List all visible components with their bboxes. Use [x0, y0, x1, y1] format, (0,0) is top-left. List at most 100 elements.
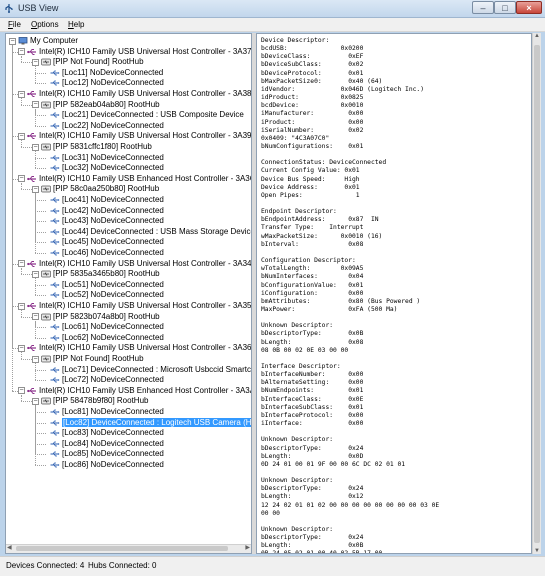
tree-node-port[interactable]: [Loc45] NoDeviceConnected: [46, 237, 164, 247]
usb-port-icon: [50, 429, 60, 437]
tree-node-port[interactable]: [Loc86] NoDeviceConnected: [46, 460, 164, 470]
tree-node-label: [Loc83] NoDeviceConnected: [62, 428, 164, 438]
collapse-icon[interactable]: −: [32, 270, 39, 278]
tree-node-controller[interactable]: − Intel(R) ICH10 Family USB Universal Hos…: [18, 47, 251, 57]
tree-node-port[interactable]: [Loc43] NoDeviceConnected: [46, 216, 164, 226]
tree-node-port[interactable]: [Loc85] NoDeviceConnected: [46, 449, 164, 459]
tree-node-port[interactable]: [Loc42] NoDeviceConnected: [46, 206, 164, 216]
collapse-icon[interactable]: −: [18, 132, 25, 140]
collapse-icon[interactable]: −: [32, 355, 39, 363]
tree-connector-line: [35, 284, 46, 286]
collapse-icon[interactable]: −: [18, 302, 25, 310]
collapse-icon[interactable]: −: [32, 143, 39, 151]
collapse-icon[interactable]: −: [18, 175, 25, 183]
tree-node-port[interactable]: [Loc22] NoDeviceConnected: [46, 121, 164, 131]
collapse-icon[interactable]: −: [18, 260, 25, 268]
tree-node-port[interactable]: [Loc81] NoDeviceConnected: [46, 407, 164, 417]
scroll-down-arrow-icon[interactable]: ▼: [534, 548, 540, 554]
tree-connector-line: [35, 72, 46, 74]
tree-node-port[interactable]: [Loc32] NoDeviceConnected: [46, 163, 164, 173]
tree-node-hub[interactable]: − [PIP Not Found] RootHub: [32, 354, 144, 364]
tree-node-port[interactable]: [Loc71] DeviceConnected : Microsoft Usbc…: [46, 365, 251, 375]
tree-node-label: [PIP Not Found] RootHub: [53, 57, 144, 67]
collapse-icon[interactable]: −: [32, 397, 39, 405]
descriptor-line: MaxPower: 0xFA (500 Ma): [261, 305, 398, 313]
close-button[interactable]: ×: [516, 1, 542, 14]
tree-node-controller[interactable]: − Intel(R) ICH10 Family USB Enhanced Host…: [18, 174, 251, 184]
collapse-icon[interactable]: −: [32, 101, 39, 109]
tree-node-port[interactable]: [Loc21] DeviceConnected : USB Composite …: [46, 110, 244, 120]
tree-node-hub[interactable]: − [PIP 58c0aa250b80] RootHub: [32, 184, 159, 194]
scroll-right-arrow-icon[interactable]: ▶: [245, 544, 250, 551]
usb-hub-icon: [41, 270, 51, 278]
collapse-icon[interactable]: −: [18, 48, 25, 56]
tree-node-hub[interactable]: − [PIP Not Found] RootHub: [32, 57, 144, 67]
descriptor-line: 0B 24 05 02 01 00 40 02 5B 17 00: [261, 550, 383, 554]
tree-node-port[interactable]: [Loc11] NoDeviceConnected: [46, 68, 163, 78]
descriptor-line: wTotalLength: 0x09A5: [261, 265, 364, 273]
tree-connector-line: [35, 200, 46, 201]
tree-connector-line: [21, 189, 32, 191]
tree-horizontal-scrollbar[interactable]: ◀ ▶: [6, 544, 251, 553]
descriptor-line: bAlternateSetting: 0x00: [261, 379, 364, 387]
menu-file[interactable]: File: [8, 20, 21, 29]
details-vertical-scrollbar[interactable]: ▲ ▼: [532, 33, 541, 554]
descriptor-line: Open Pipes: 1: [261, 191, 360, 199]
tree-node-port[interactable]: [Loc46] NoDeviceConnected: [46, 248, 164, 258]
collapse-icon[interactable]: −: [32, 185, 39, 193]
tree-node-controller[interactable]: − Intel(R) ICH10 Family USB Universal Hos…: [18, 89, 251, 99]
tree-node-port[interactable]: [Loc82] DeviceConnected : Logitech USB C…: [46, 417, 251, 428]
tree-node-port[interactable]: [Loc62] NoDeviceConnected: [46, 333, 164, 343]
tree-node-port[interactable]: [Loc52] NoDeviceConnected: [46, 290, 164, 300]
collapse-icon[interactable]: −: [32, 313, 39, 321]
tree-node-hub[interactable]: − [PIP 5823b074a8b0] RootHub: [32, 312, 160, 322]
usb-port-icon: [50, 228, 60, 236]
menu-options[interactable]: Options: [31, 20, 59, 29]
tree-node-port[interactable]: [Loc31] NoDeviceConnected: [46, 153, 164, 163]
tree-node-controller[interactable]: − Intel(R) ICH10 Family USB Enhanced Host…: [18, 385, 252, 396]
tree-connector-line: [21, 147, 32, 148]
tree-node-hub[interactable]: − [PIP 5835a3465b80] RootHub: [32, 269, 160, 279]
tree-node-port[interactable]: [Loc41] NoDeviceConnected: [46, 195, 164, 205]
tree-connector-line: [35, 83, 46, 85]
tree-scroll-thumb[interactable]: [16, 546, 228, 551]
collapse-icon[interactable]: −: [9, 37, 16, 45]
tree-node-controller[interactable]: − Intel(R) ICH10 Family USB Universal Hos…: [18, 343, 251, 353]
tree-node-port[interactable]: [Loc44] DeviceConnected : USB Mass Stora…: [46, 227, 251, 237]
tree-node-hub[interactable]: − [PIP 58478b9f80] RootHub: [32, 396, 148, 406]
tree-node-controller[interactable]: − Intel(R) ICH10 Family USB Universal Hos…: [18, 131, 251, 141]
tree-node-port[interactable]: [Loc84] NoDeviceConnected: [46, 439, 164, 449]
descriptor-line: bLength: 0x0D: [261, 452, 364, 460]
descriptor-line: bDescriptorType: 0x24: [261, 485, 364, 493]
tree-node-port[interactable]: [Loc72] NoDeviceConnected: [46, 375, 164, 385]
tree-node-label: [Loc52] NoDeviceConnected: [62, 290, 164, 300]
minimize-button[interactable]: –: [472, 1, 494, 14]
tree-node-port[interactable]: [Loc83] NoDeviceConnected: [46, 428, 164, 438]
descriptor-line: bLength: 0x08: [261, 338, 364, 346]
tree-node-label: [PIP 58c0aa250b80] RootHub: [53, 184, 160, 194]
device-tree[interactable]: − My Computer − Intel(R) ICH10 Family USB U…: [5, 33, 252, 554]
tree-connector-line: [35, 369, 46, 371]
tree-node-port[interactable]: [Loc12] NoDeviceConnected: [46, 78, 164, 88]
descriptor-line: bInterval: 0x08: [261, 240, 364, 248]
collapse-icon[interactable]: −: [18, 90, 25, 98]
descriptor-line: bInterfaceNumber: 0x00: [261, 371, 364, 379]
maximize-button[interactable]: □: [494, 1, 516, 14]
tree-node-hub[interactable]: − [PIP 5831cffc1f80] RootHub: [32, 142, 152, 152]
collapse-icon[interactable]: −: [32, 58, 39, 66]
tree-node-hub[interactable]: − [PIP 582eab04ab80] RootHub: [32, 100, 160, 110]
tree-node-controller[interactable]: − Intel(R) ICH10 Family USB Universal Hos…: [18, 301, 251, 311]
tree-node-controller[interactable]: − Intel(R) ICH10 Family USB Universal Hos…: [18, 259, 251, 269]
descriptor-line: bNumConfigurations: 0x01: [261, 142, 364, 150]
collapse-icon[interactable]: −: [18, 387, 25, 395]
scroll-up-arrow-icon[interactable]: ▲: [534, 33, 540, 39]
tree-node-computer[interactable]: − My Computer: [9, 36, 78, 46]
menu-help[interactable]: Help: [68, 20, 84, 29]
details-scroll-thumb[interactable]: [534, 45, 540, 543]
collapse-icon[interactable]: −: [18, 344, 25, 352]
tree-node-port[interactable]: [Loc61] NoDeviceConnected: [46, 322, 164, 332]
scroll-left-arrow-icon[interactable]: ◀: [7, 544, 12, 551]
tree-connector-line: [35, 412, 46, 413]
tree-node-label: Intel(R) ICH10 Family USB Enhanced Host …: [39, 385, 252, 395]
tree-node-port[interactable]: [Loc51] NoDeviceConnected: [46, 280, 164, 290]
